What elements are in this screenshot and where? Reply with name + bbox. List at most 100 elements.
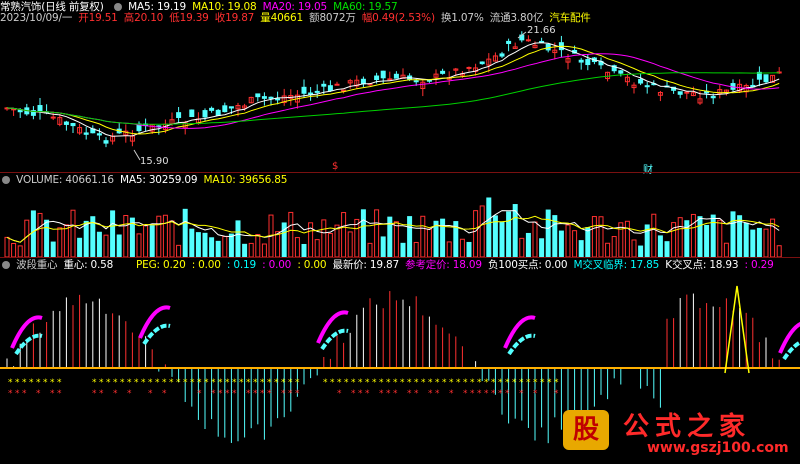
volume-bar xyxy=(143,225,149,257)
star-marker: * xyxy=(379,389,384,399)
star-marker: * xyxy=(197,389,202,399)
volume-bar xyxy=(341,212,347,257)
volume-pane[interactable]: VOLUME: 40661.16 MA5: 30259.09 MA10: 396… xyxy=(0,173,800,257)
candle-body xyxy=(440,70,446,74)
star-marker: * xyxy=(484,389,489,399)
volume-chart[interactable] xyxy=(0,173,800,257)
star-marker: * xyxy=(120,378,125,388)
volume-bar xyxy=(327,233,333,257)
volume-bar xyxy=(499,222,505,257)
star-marker: * xyxy=(344,378,349,388)
star-marker: * xyxy=(337,389,342,399)
indicator-pane[interactable]: 波段重心 重心: 0.58 PEG: 0.20 : 0.00 : 0.19 : … xyxy=(0,258,800,464)
volume-bar xyxy=(558,230,564,257)
logo-url: www.gszj100.com xyxy=(647,440,789,456)
volume-bar xyxy=(281,222,287,257)
star-marker: * xyxy=(519,389,524,399)
candle-body xyxy=(268,96,274,99)
volume-bar xyxy=(294,237,300,257)
logo-icon: 股 xyxy=(563,410,609,450)
volume-bar xyxy=(360,209,366,257)
volume-bar xyxy=(261,243,267,257)
volume-ma5-line xyxy=(6,210,780,243)
star-marker: * xyxy=(491,378,496,388)
star-marker: * xyxy=(15,378,20,388)
candle-body xyxy=(677,91,683,95)
volume-bar xyxy=(96,231,102,257)
star-marker: * xyxy=(225,389,230,399)
candle-body xyxy=(275,98,281,101)
star-marker: * xyxy=(246,378,251,388)
volume-bar xyxy=(545,209,551,257)
marker-s: $ xyxy=(332,161,339,172)
star-marker: * xyxy=(554,389,559,399)
star-marker: * xyxy=(505,389,510,399)
star-marker: * xyxy=(134,378,139,388)
volume-bar xyxy=(776,245,782,257)
star-marker: * xyxy=(421,378,426,388)
volume-bar xyxy=(189,228,195,257)
star-marker: * xyxy=(106,378,111,388)
volume-bar xyxy=(763,228,769,257)
candle-body xyxy=(228,106,234,109)
volume-bar xyxy=(242,243,248,257)
volume-bar xyxy=(624,220,630,257)
volume-bar xyxy=(195,232,201,257)
star-marker: * xyxy=(393,378,398,388)
star-marker: * xyxy=(162,389,167,399)
candlestick-chart[interactable] xyxy=(0,0,800,172)
volume-bar xyxy=(750,229,756,257)
star-marker: * xyxy=(190,378,195,388)
candle-body xyxy=(374,75,380,81)
site-logo: 股 公式之家 www.gszj100.com xyxy=(555,404,800,464)
trend-wave-magenta xyxy=(503,315,536,349)
candle-body xyxy=(684,91,690,94)
star-marker: * xyxy=(477,389,482,399)
volume-bar xyxy=(209,237,215,257)
volume-bar xyxy=(50,241,56,257)
star-marker: * xyxy=(43,378,48,388)
star-marker: * xyxy=(400,378,405,388)
star-marker: * xyxy=(22,389,27,399)
trend-wave-cyan xyxy=(507,333,536,356)
star-marker: * xyxy=(50,378,55,388)
volume-bar xyxy=(116,234,122,257)
volume-bar xyxy=(70,209,76,257)
volume-bar xyxy=(446,241,452,257)
volume-bar xyxy=(756,227,762,257)
star-marker: * xyxy=(15,389,20,399)
star-marker: * xyxy=(267,378,272,388)
star-marker: * xyxy=(148,378,153,388)
signal-spike xyxy=(724,285,750,374)
volume-bar xyxy=(519,237,525,257)
volume-bar xyxy=(631,239,637,257)
high-price-label: 21.66 xyxy=(527,25,556,36)
volume-bar xyxy=(598,216,604,257)
star-marker: * xyxy=(239,378,244,388)
price-pane[interactable]: 常熟汽饰(日线 前复权) MA5: 19.19 MA10: 19.08 MA20… xyxy=(0,0,800,176)
candle-body xyxy=(360,78,366,85)
volume-bar xyxy=(4,236,10,257)
star-marker: * xyxy=(428,389,433,399)
trend-wave-magenta xyxy=(316,310,349,344)
candle-body xyxy=(387,78,393,81)
candle-body xyxy=(334,83,340,86)
volume-bar xyxy=(426,228,432,257)
volume-bar xyxy=(149,225,155,257)
star-marker: * xyxy=(505,378,510,388)
star-marker: * xyxy=(57,378,62,388)
star-marker: * xyxy=(365,389,370,399)
volume-bar xyxy=(367,242,373,257)
star-marker: * xyxy=(435,389,440,399)
volume-bar xyxy=(743,222,749,257)
star-marker: * xyxy=(183,378,188,388)
star-marker: * xyxy=(295,378,300,388)
star-marker: * xyxy=(218,378,223,388)
volume-bar xyxy=(717,219,723,257)
ma5-line xyxy=(6,42,780,137)
star-marker: * xyxy=(512,378,517,388)
volume-bar xyxy=(532,221,538,257)
volume-bar xyxy=(459,238,465,257)
volume-bar xyxy=(83,220,89,257)
candle-body xyxy=(83,132,89,135)
